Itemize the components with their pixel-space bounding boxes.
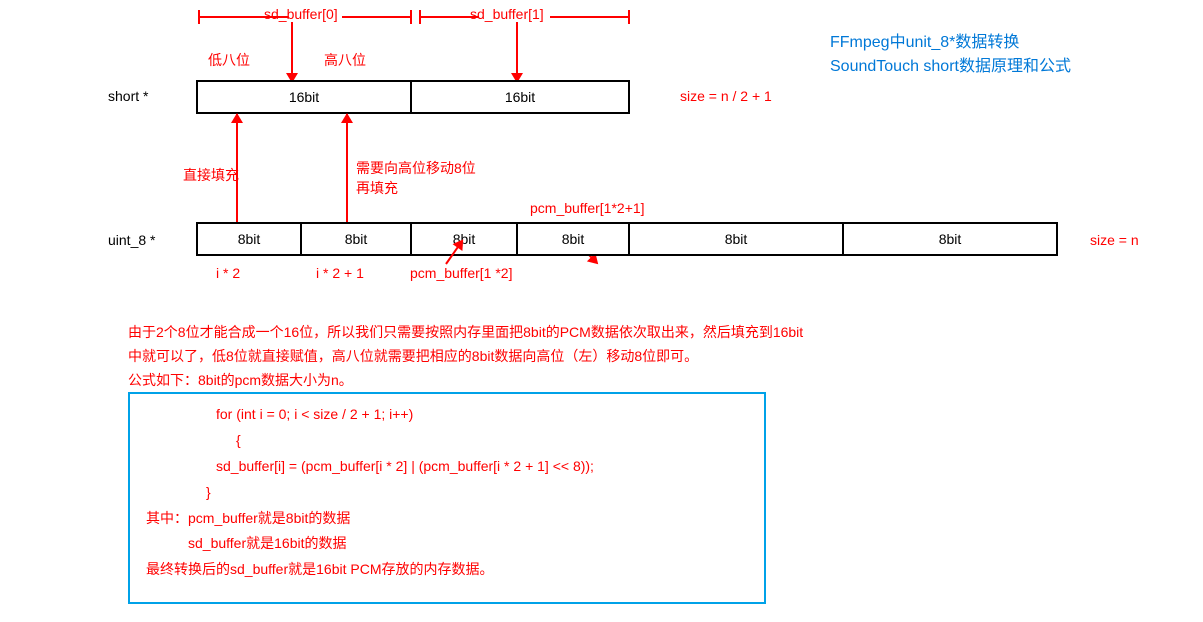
bracket-tick	[410, 10, 412, 24]
pcm-buffer-1x2-label: pcm_buffer[1 *2]	[410, 265, 512, 281]
sd-buffer-0-label: sd_buffer[0]	[264, 6, 338, 22]
index-0-label: i * 2	[216, 265, 240, 281]
index-1-label: i * 2 + 1	[316, 265, 364, 281]
uint8-cell-1: 8bit	[300, 222, 412, 256]
title-line-2: SoundTouch short数据原理和公式	[830, 52, 1071, 76]
note-line-1: 其中：pcm_buffer就是8bit的数据	[146, 506, 748, 532]
uint8-cell-3: 8bit	[516, 222, 630, 256]
cell-text: 16bit	[289, 89, 319, 105]
size-n-label: size = n	[1090, 232, 1139, 248]
direct-fill-label: 直接填充	[183, 165, 239, 185]
bracket-hline	[342, 16, 412, 18]
size-half-label: size = n / 2 + 1	[680, 88, 772, 104]
title-line-1: FFmpeg中unit_8*数据转换	[830, 28, 1019, 52]
arrow-down-icon	[291, 22, 293, 82]
code-line-3: sd_buffer[i] = (pcm_buffer[i * 2] | (pcm…	[146, 454, 748, 480]
shift-fill-line1: 需要向高位移动8位	[356, 158, 476, 178]
cell-text: 8bit	[939, 231, 962, 247]
uint8-pointer-label: uint_8 *	[108, 232, 155, 248]
paragraph-line-3: 公式如下：8bit的pcm数据大小为n。	[128, 370, 353, 390]
arrow-down-icon	[516, 22, 518, 82]
cell-text: 8bit	[345, 231, 368, 247]
uint8-cell-4: 8bit	[628, 222, 844, 256]
arrow-up-icon	[346, 114, 348, 222]
cell-text: 8bit	[562, 231, 585, 247]
uint8-cell-5: 8bit	[842, 222, 1058, 256]
note-line-2: sd_buffer就是16bit的数据	[146, 531, 748, 557]
code-line-4: }	[146, 480, 748, 506]
diagram-canvas: FFmpeg中unit_8*数据转换 SoundTouch short数据原理和…	[0, 0, 1203, 622]
bracket-hline	[550, 16, 630, 18]
short-cell-0: 16bit	[196, 80, 412, 114]
note-line-3: 最终转换后的sd_buffer就是16bit PCM存放的内存数据。	[146, 557, 748, 583]
pcm-buffer-1x2p1-label: pcm_buffer[1*2+1]	[530, 200, 645, 216]
code-line-1: for (int i = 0; i < size / 2 + 1; i++)	[146, 402, 748, 428]
cell-text: 16bit	[505, 89, 535, 105]
code-line-2: {	[146, 428, 748, 454]
short-cell-1: 16bit	[410, 80, 630, 114]
paragraph-line-1: 由于2个8位才能合成一个16位，所以我们只需要按照内存里面把8bit的PCM数据…	[128, 322, 803, 342]
shift-fill-line2: 再填充	[356, 178, 398, 198]
sd-buffer-1-label: sd_buffer[1]	[470, 6, 544, 22]
cell-text: 8bit	[238, 231, 261, 247]
code-box: for (int i = 0; i < size / 2 + 1; i++) {…	[128, 392, 766, 604]
paragraph-line-2: 中就可以了，低8位就直接赋值，高八位就需要把相应的8bit数据向高位（左）移动8…	[128, 346, 698, 366]
bracket-tick	[628, 10, 630, 24]
high-8-label: 高八位	[324, 50, 366, 70]
uint8-cell-0: 8bit	[196, 222, 302, 256]
short-pointer-label: short *	[108, 88, 148, 104]
cell-text: 8bit	[725, 231, 748, 247]
low-8-label: 低八位	[208, 50, 250, 70]
